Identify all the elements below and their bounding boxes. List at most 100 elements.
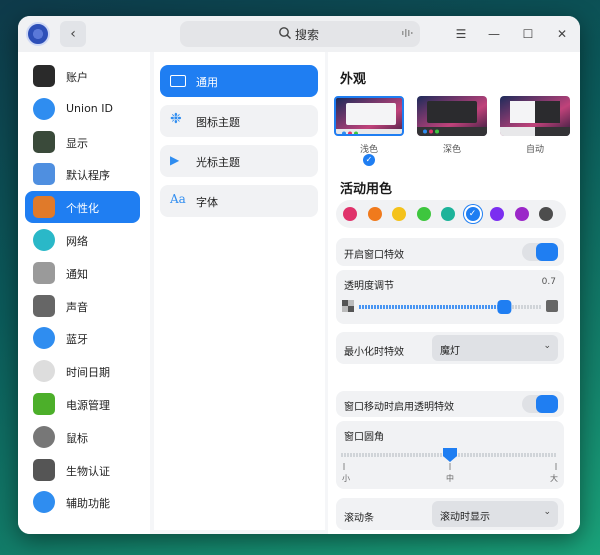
font-icon: Aa [170, 192, 186, 206]
corner-radius-row: 窗口圆角 小 中 大 [336, 421, 564, 489]
subnav-item-label: 光标主题 [196, 156, 240, 169]
window-effect-row: 开启窗口特效 [336, 238, 564, 266]
clock-icon [33, 360, 55, 383]
close-icon[interactable]: ✕ [553, 25, 571, 43]
sidebar-item-label: Union ID [66, 101, 113, 115]
subnav-item-3[interactable]: Aa 字体 [160, 185, 318, 217]
search-placeholder: 搜索 [295, 28, 320, 42]
theme-dark-card[interactable] [417, 96, 487, 136]
accent-swatch-2[interactable] [392, 207, 406, 221]
chevron-down-icon: ⌄ [543, 341, 551, 351]
sidebar-item-label: 蓝牙 [66, 333, 88, 347]
accent-swatch-0[interactable] [343, 207, 357, 221]
move-transparent-row: 窗口移动时启用透明特效 [336, 391, 564, 417]
accent-swatch-8[interactable] [539, 207, 553, 221]
sidebar-item-label: 网络 [66, 235, 88, 248]
personalization-icon [33, 196, 55, 219]
subnav-item-0[interactable]: 通用 [160, 65, 318, 97]
sidebar-item-label: 声音 [66, 300, 88, 314]
sidebar-item-label: 个性化 [66, 202, 99, 216]
bluetooth-icon [33, 327, 55, 350]
search-icon [279, 27, 291, 39]
sidebar-item-label: 显示 [66, 136, 88, 150]
sidebar-item-label: 账户 [66, 71, 88, 84]
bell-icon [33, 261, 55, 284]
window-effect-toggle[interactable] [522, 243, 558, 261]
sidebar-item-13[interactable]: 辅助功能 [25, 486, 140, 518]
fingerprint-grid-icon [33, 458, 55, 481]
subnav-item-label: 字体 [196, 196, 218, 209]
sidebar-item-11[interactable]: 鼠标 [25, 421, 140, 453]
accent-swatch-4[interactable] [441, 207, 455, 221]
sidebar-item-0[interactable]: 账户 [25, 60, 140, 92]
move-transparent-label: 窗口移动时启用透明特效 [344, 402, 454, 413]
icon-theme-icon: ❉ [170, 111, 182, 127]
sidebar-item-label: 鼠标 [66, 431, 88, 445]
theme-dark-label: 深色 [442, 145, 461, 155]
subnav-item-2[interactable]: ▶ 光标主题 [160, 145, 318, 177]
sidebar-item-7[interactable]: 声音 [25, 290, 140, 322]
theme-selected-check-icon: ✓ [363, 154, 375, 166]
scrollbar-value: 滚动时显示 [440, 512, 490, 523]
back-button[interactable]: ‹ [60, 21, 86, 47]
move-transparent-toggle[interactable] [522, 395, 558, 413]
scrollbar-dropdown[interactable]: 滚动时显示 ⌄ [432, 501, 558, 527]
minimize-effect-dropdown[interactable]: 魔灯 ⌄ [432, 335, 558, 361]
subnav-item-label: 图标主题 [196, 116, 240, 129]
sidebar-item-3[interactable]: 默认程序 [25, 158, 140, 190]
settings-window: ‹ 搜索 ☰ — ☐ ✕ 账户 Union ID 显示默认程序个性化网络通知声音蓝牙… [18, 16, 580, 534]
sidebar-item-5[interactable]: 网络 [25, 224, 140, 256]
sidebar-item-4[interactable]: 个性化 [25, 191, 140, 224]
transparency-high-icon [546, 300, 558, 312]
theme-auto-card[interactable] [500, 96, 570, 136]
accent-swatch-5[interactable]: ✓ [465, 207, 480, 221]
accent-swatch-6[interactable] [490, 207, 504, 221]
accent-color-picker: ✓ [336, 200, 566, 228]
search-input[interactable]: 搜索 [180, 21, 420, 47]
sidebar-item-9[interactable]: 时间日期 [25, 355, 140, 387]
sidebar-item-1[interactable]: Union ID [25, 93, 140, 125]
display-icon [33, 130, 55, 153]
personalization-subnav: 通用 ❉ 图标主题 ▶ 光标主题 Aa 字体 [154, 52, 325, 530]
accent-swatch-1[interactable] [367, 207, 382, 221]
sidebar-item-label: 辅助功能 [66, 497, 110, 511]
sidebar-item-6[interactable]: 通知 [25, 257, 140, 289]
sidebar-item-label: 生物认证 [66, 464, 110, 478]
mouse-icon [33, 425, 55, 448]
corner-radius-slider-handle [443, 448, 457, 462]
theme-dark-preview [417, 96, 487, 136]
sidebar-item-label: 默认程序 [66, 169, 110, 183]
minimize-effect-label: 最小化时特效 [344, 347, 404, 358]
sidebar-item-2[interactable]: 显示 [25, 126, 140, 158]
subnav-item-1[interactable]: ❉ 图标主题 [160, 105, 318, 137]
sidebar-item-10[interactable]: 电源管理 [25, 388, 140, 420]
transparency-value: 0.7 [541, 277, 556, 287]
theme-auto-label: 自动 [525, 145, 544, 155]
appearance-title: 外观 [340, 72, 367, 87]
theme-light-card[interactable] [334, 96, 404, 136]
cursor-icon: ▶ [170, 153, 180, 167]
network-icon [33, 229, 55, 251]
sidebar-item-label: 通知 [66, 267, 88, 281]
sidebar-item-12[interactable]: 生物认证 [25, 454, 140, 486]
accent-swatch-7[interactable] [514, 207, 529, 221]
transparency-slider[interactable] [358, 300, 544, 314]
window-effect-label: 开启窗口特效 [344, 250, 404, 261]
transparency-low-icon [342, 300, 354, 312]
menu-icon[interactable]: ☰ [452, 25, 470, 43]
scrollbar-label: 滚动条 [344, 513, 374, 524]
battery-icon [33, 393, 55, 415]
minimize-icon[interactable]: — [485, 25, 503, 43]
window-icon [170, 75, 186, 87]
maximize-icon[interactable]: ☐ [519, 25, 537, 43]
voice-input-icon[interactable] [400, 26, 414, 40]
accessibility-icon [33, 491, 55, 514]
sidebar-item-label: 电源管理 [66, 399, 110, 412]
accent-swatch-3[interactable] [416, 207, 431, 221]
sidebar-item-8[interactable]: 蓝牙 [25, 322, 140, 354]
transparency-slider-handle [497, 300, 512, 314]
corner-radius-label: 窗口圆角 [344, 432, 384, 443]
titlebar: ‹ 搜索 ☰ — ☐ ✕ [18, 16, 580, 52]
minimize-effect-row: 最小化时特效 魔灯 ⌄ [336, 332, 564, 364]
theme-auto-preview [500, 96, 570, 136]
